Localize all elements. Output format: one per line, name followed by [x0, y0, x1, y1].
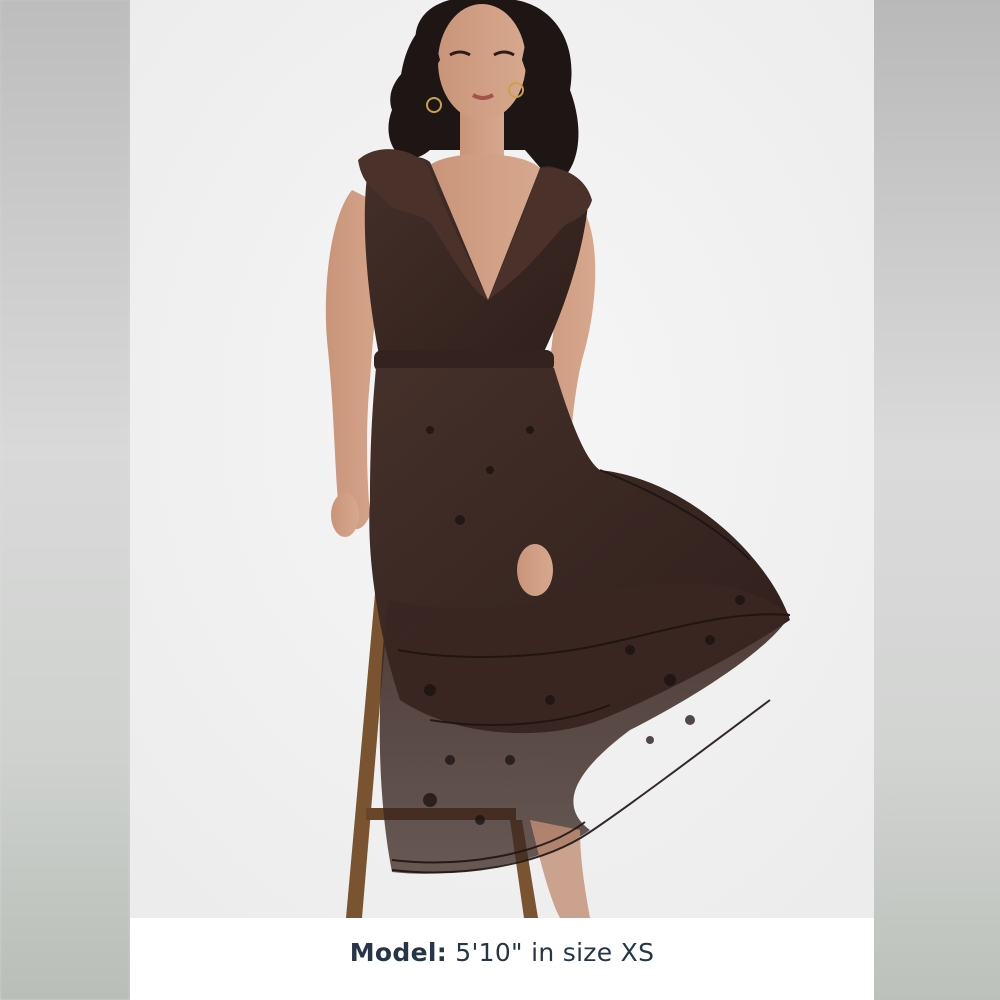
- caption-bar: Model: 5'10" in size XS: [130, 918, 874, 1000]
- listing-photo-frame: Model: 5'10" in size XS: [0, 0, 1000, 1000]
- caption-value: 5'10" in size XS: [455, 937, 655, 967]
- model-face: [438, 4, 526, 120]
- blurred-border-left: [0, 0, 130, 1000]
- caption-label: Model:: [349, 937, 448, 967]
- product-photo: [130, 0, 874, 918]
- model-in-dress-illustration: [130, 0, 874, 918]
- model-size-caption: Model: 5'10" in size XS: [350, 938, 655, 967]
- blurred-border-right: [874, 0, 1000, 1000]
